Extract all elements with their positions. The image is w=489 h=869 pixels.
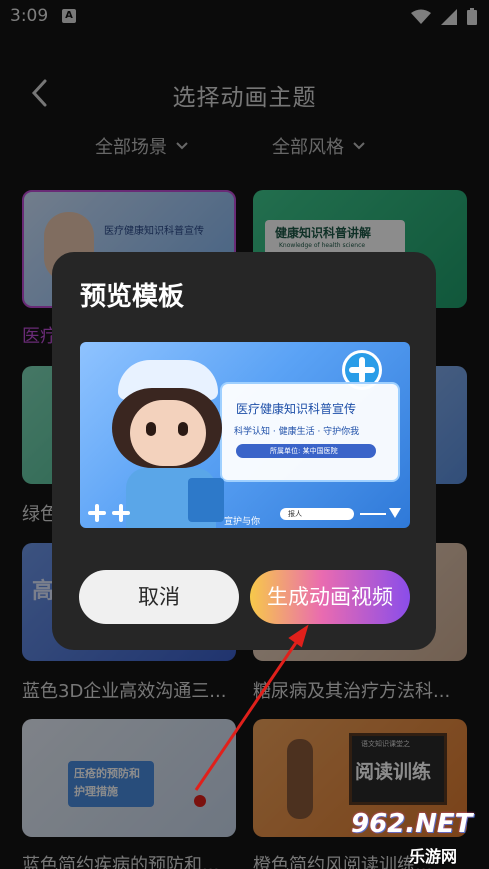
- watermark-logo: 962.NET 乐游网: [351, 807, 483, 866]
- dialog-title: 预览模板: [80, 282, 185, 312]
- plus-icon: [88, 504, 106, 522]
- preview-subline: 科学认知 · 健康生活 · 守护你我: [234, 427, 360, 437]
- preview-template-dialog: 预览模板 医疗健康知识科普宣传 科学认知 · 健康生活 · 守护你我 所属单位:…: [52, 252, 436, 650]
- triangle-down-icon: [389, 508, 401, 518]
- cancel-button[interactable]: 取消: [79, 570, 239, 624]
- preview-org: 所属单位: 某中国医院: [270, 447, 338, 455]
- nurse-illustration: [108, 360, 228, 528]
- watermark-text: 962.NET: [351, 809, 473, 839]
- preview-caption: 宣护与你: [224, 517, 261, 527]
- watermark-subtext: 乐游网: [409, 847, 458, 866]
- generate-animation-video-button[interactable]: 生成动画视频: [250, 570, 410, 624]
- preview-headline: 医疗健康知识科普宣传: [236, 402, 357, 416]
- preview-presenter: 报人: [288, 510, 302, 518]
- template-preview-image: 医疗健康知识科普宣传 科学认知 · 健康生活 · 守护你我 所属单位: 某中国医…: [80, 342, 410, 528]
- plus-icon: [112, 504, 130, 522]
